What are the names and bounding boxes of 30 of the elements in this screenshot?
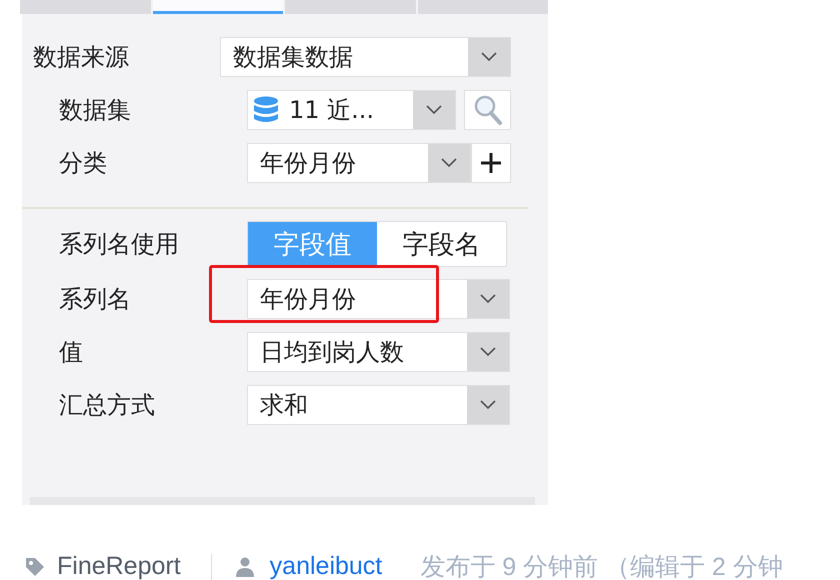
chevron-down-icon [480, 347, 496, 357]
tag-icon [25, 556, 45, 576]
chevron-down-icon [480, 400, 496, 410]
chevron-down-icon [426, 105, 442, 115]
field-label: 系列名 [59, 284, 132, 315]
chevron-down-icon [441, 158, 457, 168]
field-label: 分类 [59, 148, 108, 179]
search-icon [472, 94, 502, 126]
dropdown[interactable]: 年份月份 [247, 279, 510, 319]
field-label: 数据来源 [32, 42, 130, 73]
dropdown[interactable]: 日均到岗人数 [247, 332, 510, 372]
add-button[interactable] [471, 143, 511, 183]
chevron-down-icon [481, 52, 497, 62]
chevron-down-icon [480, 294, 496, 304]
field-label: 系列名使用 [59, 229, 180, 260]
field-label: 汇总方式 [59, 390, 156, 421]
tab[interactable] [152, 0, 283, 14]
field-label: 数据集 [59, 95, 132, 126]
tag-link[interactable]: FineReport [57, 552, 181, 580]
post-time: 发布于 9 分钟前 （编辑于 2 分钟 [420, 552, 783, 580]
dropdown[interactable]: 11 近... [247, 90, 456, 130]
dropdown[interactable]: 求和 [247, 385, 510, 425]
author-link[interactable]: yanleibuct [270, 552, 382, 580]
database-icon [253, 96, 279, 124]
person-icon [236, 556, 254, 576]
plus-icon [480, 152, 502, 174]
search-button[interactable] [464, 90, 511, 130]
dropdown[interactable]: 数据集数据 [220, 37, 511, 77]
field-label: 值 [59, 337, 84, 368]
dropdown[interactable]: 年份月份 [247, 143, 471, 183]
